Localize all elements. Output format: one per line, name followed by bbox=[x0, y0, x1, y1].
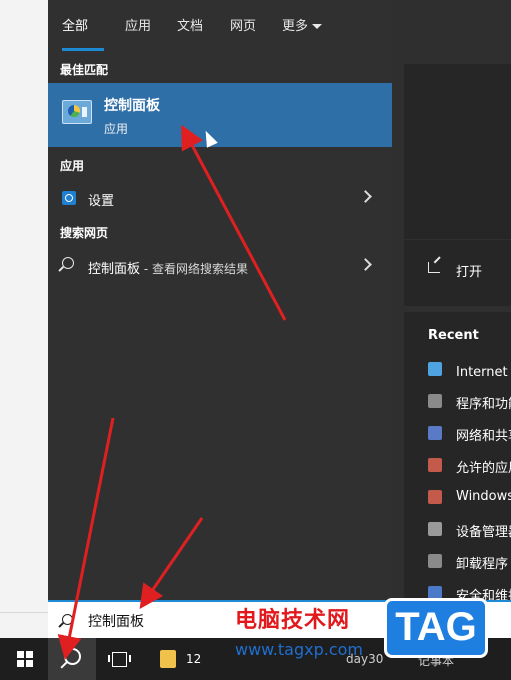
recent-item-allowed-apps[interactable]: 允许的应用 bbox=[428, 454, 511, 478]
recent-item-label: 卸载程序 bbox=[456, 557, 509, 572]
recent-item-label: Internet 选项 bbox=[456, 365, 511, 380]
search-icon bbox=[64, 648, 81, 665]
tab-more[interactable]: 更多 bbox=[282, 15, 323, 34]
recent-item-label: 允许的应用 bbox=[456, 461, 511, 476]
recent-item-programs[interactable]: 程序和功能 bbox=[428, 390, 511, 414]
chevron-right-icon[interactable] bbox=[359, 258, 372, 271]
programs-icon bbox=[428, 394, 442, 408]
best-match-subtitle: 应用 bbox=[104, 122, 129, 136]
search-input[interactable]: 控制面板 bbox=[88, 611, 144, 631]
tab-apps[interactable]: 应用 bbox=[125, 15, 151, 34]
windows-logo-pane bbox=[17, 660, 24, 667]
folder-icon[interactable] bbox=[160, 650, 176, 668]
web-search-label: 控制面板 - 查看网络搜索结果 bbox=[88, 258, 248, 277]
recent-item-label: Windows Defender bbox=[456, 489, 511, 504]
control-panel-icon-chart bbox=[68, 105, 80, 117]
recent-item-label: 程序和功能 bbox=[456, 397, 511, 412]
device-manager-icon bbox=[428, 522, 442, 536]
search-filter-tabs: 全部 应用 文档 网页 更多 bbox=[48, 0, 392, 50]
recent-item-network[interactable]: 网络和共享中心 bbox=[428, 422, 511, 446]
recent-item-label: 设备管理器 bbox=[456, 525, 511, 540]
section-web-search: 搜索网页 bbox=[60, 226, 109, 240]
gear-icon bbox=[62, 191, 76, 205]
web-search-hint: - 查看网络搜索结果 bbox=[140, 262, 248, 276]
best-match-control-panel[interactable]: 控制面板 应用 bbox=[48, 83, 392, 147]
open-action[interactable]: 打开 bbox=[456, 261, 482, 280]
control-panel-icon-bar bbox=[82, 107, 87, 117]
network-icon bbox=[428, 426, 442, 440]
active-tab-indicator bbox=[62, 48, 104, 51]
watermark-title: 电脑技术网 bbox=[235, 608, 351, 633]
recent-item-windows-defender[interactable]: Windows Defender bbox=[428, 486, 511, 510]
watermark-logo: TAG bbox=[384, 598, 488, 658]
watermark-url: www.tagxp.com bbox=[235, 640, 363, 659]
windows-start-icon[interactable] bbox=[17, 651, 33, 667]
control-panel-icon bbox=[62, 100, 92, 124]
folder-window-count: 12 bbox=[186, 652, 202, 666]
tab-web[interactable]: 网页 bbox=[230, 15, 256, 34]
web-search-item[interactable]: 控制面板 - 查看网络搜索结果 bbox=[48, 252, 392, 282]
search-icon bbox=[62, 257, 74, 269]
watermark-logo-text: TAG bbox=[395, 605, 477, 649]
chevron-down-icon bbox=[312, 24, 323, 29]
search-icon bbox=[62, 614, 73, 625]
web-search-query: 控制面板 bbox=[88, 262, 141, 277]
programs-icon bbox=[428, 554, 442, 568]
recent-item-uninstall[interactable]: 卸载程序 bbox=[428, 550, 511, 574]
recent-item-label: 网络和共享中心 bbox=[456, 429, 511, 444]
best-match-title: 控制面板 bbox=[104, 98, 160, 114]
app-item-label: 设置 bbox=[88, 194, 115, 209]
firewall-icon bbox=[428, 458, 442, 472]
app-item-settings[interactable]: 设置 bbox=[48, 184, 392, 214]
section-apps: 应用 bbox=[60, 159, 85, 173]
recent-title: Recent bbox=[428, 328, 479, 343]
task-view-icon[interactable] bbox=[108, 652, 131, 667]
recent-item-device-manager[interactable]: 设备管理器 bbox=[428, 518, 511, 542]
internet-options-icon bbox=[428, 362, 442, 376]
tab-all[interactable]: 全部 bbox=[62, 15, 88, 34]
windows-logo-pane bbox=[17, 651, 24, 658]
open-icon bbox=[428, 262, 440, 273]
tab-more-label: 更多 bbox=[282, 19, 309, 34]
desktop-divider bbox=[0, 612, 48, 613]
taskbar-search-button[interactable] bbox=[48, 638, 96, 680]
preview-header-card bbox=[404, 64, 511, 239]
windows-logo-pane bbox=[26, 660, 33, 667]
desktop-background bbox=[0, 0, 48, 638]
tab-documents[interactable]: 文档 bbox=[177, 15, 203, 34]
recent-item-internet-options[interactable]: Internet 选项 bbox=[428, 358, 511, 382]
firewall-icon bbox=[428, 490, 442, 504]
chevron-right-icon[interactable] bbox=[359, 190, 372, 203]
windows-logo-pane bbox=[26, 651, 33, 658]
section-best-match: 最佳匹配 bbox=[60, 63, 109, 77]
